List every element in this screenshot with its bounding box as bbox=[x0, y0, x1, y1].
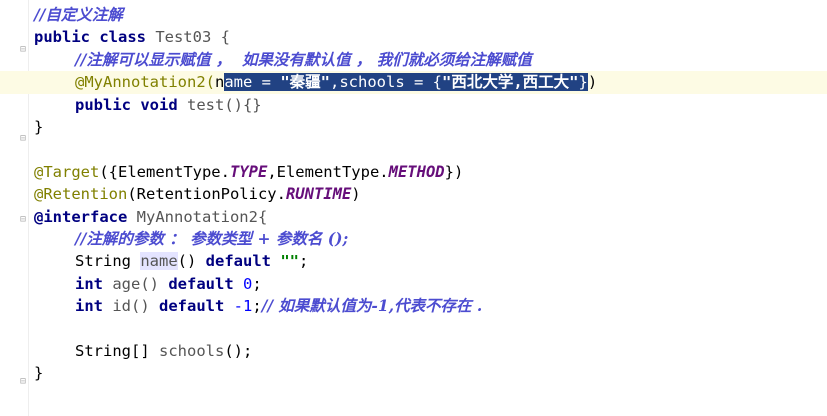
code-line: public void test(){} bbox=[75, 95, 262, 114]
fold-marker-icon[interactable]: ⊟ bbox=[20, 377, 28, 387]
current-code-line: @MyAnnotation2(name = "秦疆",schools = {"西… bbox=[0, 71, 827, 94]
code-line: } bbox=[34, 117, 44, 136]
code-line: public class Test03 { bbox=[34, 28, 230, 47]
fold-marker-icon[interactable]: ⊟ bbox=[20, 215, 28, 225]
editor-gutter: ⊟ ⊟ ⊟ ⊟ bbox=[0, 0, 29, 416]
code-line: int age() default 0; bbox=[75, 274, 262, 293]
code-line: } bbox=[34, 364, 44, 383]
code-line: String name() default ""; bbox=[75, 252, 309, 271]
code-line: @Retention(RetentionPolicy.RUNTIME) bbox=[34, 185, 361, 204]
text-selection[interactable]: ame = "秦疆",schools = {"西北大学,西工大"} bbox=[224, 73, 588, 92]
code-line: @Target({ElementType.TYPE,ElementType.ME… bbox=[34, 162, 464, 181]
code-line: @interface MyAnnotation2{ bbox=[34, 207, 268, 226]
code-line: //注解可以显示赋值 ， 如果没有默认值 ， 我们就必须给注解赋值 bbox=[75, 49, 532, 69]
code-line: String[] schools(); bbox=[75, 341, 253, 360]
fold-marker-icon[interactable]: ⊟ bbox=[20, 45, 28, 55]
code-line: int id() default -1;// 如果默认值为-1,代表不存在 . bbox=[75, 296, 483, 316]
code-line: //注解的参数 ： 参数类型 + 参数名 (); bbox=[75, 228, 349, 248]
code-editor[interactable]: //自定义注解 public class Test03 { //注解可以显示赋值… bbox=[0, 4, 827, 385]
fold-marker-icon[interactable]: ⊟ bbox=[20, 134, 28, 144]
code-line: //自定义注解 bbox=[34, 5, 123, 24]
